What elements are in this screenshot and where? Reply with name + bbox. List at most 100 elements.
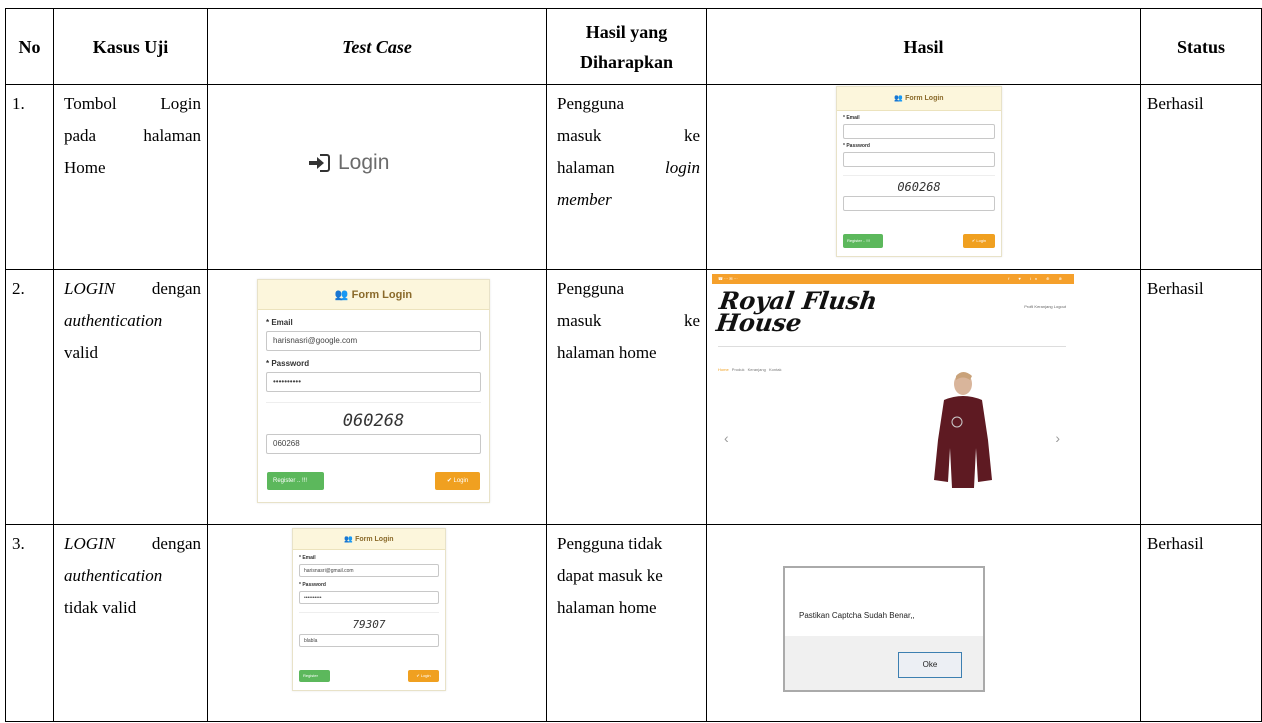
password-field: •••••••••• <box>299 591 439 604</box>
kasus-uji-cell: Tombol Login pada halaman Home <box>53 84 208 270</box>
captcha-field <box>843 196 995 211</box>
kasus-word: valid <box>64 343 98 362</box>
captcha-image: 79307 <box>352 618 386 631</box>
expected-word: masuk <box>557 311 602 330</box>
kasus-word: LOGIN <box>64 279 116 298</box>
header-expected-line1: Hasil yang <box>585 21 668 42</box>
row-number: 1. <box>5 84 54 270</box>
expected-word: Pengguna <box>557 279 625 298</box>
login-button-label: Login <box>338 151 390 174</box>
divider <box>843 175 995 176</box>
divider <box>266 402 481 403</box>
kasus-word: halaman <box>143 126 201 145</box>
expected-cell: Pengguna tidak dapat masuk ke halaman ho… <box>546 524 707 722</box>
alert-dialog: Pastikan Captcha Sudah Benar,, Oke <box>783 566 985 692</box>
alert-message: Pastikan Captcha Sudah Benar,, <box>799 611 915 620</box>
expected-word: halaman home <box>557 343 657 362</box>
expected-word: masuk <box>557 126 602 145</box>
test-case-cell: Login <box>207 84 547 270</box>
login-button-image: Login <box>308 147 389 179</box>
header-status: Status <box>1140 8 1262 85</box>
header-no: No <box>5 8 54 85</box>
expected-line: dapat masuk ke <box>557 566 663 585</box>
kasus-uji-cell: LOGIN dengan authentication valid <box>53 269 208 525</box>
expected-cell: Pengguna masuk ke halaman login member <box>546 84 707 270</box>
expected-word: login <box>665 158 700 177</box>
test-case-cell: 👥 Form Login * Email harisnasri@google.c… <box>207 269 547 525</box>
email-label: * Email <box>299 555 316 561</box>
captcha-image: 060268 <box>342 411 405 431</box>
home-page-screenshot: ☎ ··· ✉ ··· f ♥ in ⊕ ⊗ Royal Flush House… <box>712 274 1074 500</box>
email-field: harisnasri@google.com <box>266 331 481 351</box>
kasus-word: tidak valid <box>64 598 137 617</box>
password-label: * Password <box>266 359 310 368</box>
site-logo: Royal Flush House <box>714 286 880 337</box>
login-button: ✔ Login <box>963 234 995 248</box>
kasus-word: Home <box>64 158 106 177</box>
expected-word: halaman <box>557 158 615 177</box>
captcha-image: 060268 <box>897 180 941 194</box>
kasus-word: pada <box>64 126 97 145</box>
kasus-word: authentication <box>64 566 163 585</box>
kasus-uji-cell: LOGIN dengan authentication tidak valid <box>53 524 208 722</box>
expected-word: member <box>557 190 612 209</box>
status-cell: Berhasil <box>1140 524 1262 722</box>
social-icons: f ♥ in ⊕ ⊗ <box>1008 276 1066 281</box>
header-test-case: Test Case <box>207 8 547 85</box>
test-case-cell: 👥 Form Login * Email harisnasri@gmail.co… <box>207 524 547 722</box>
table-row: 1. Tombol Login pada halaman Home Login Pe… <box>5 84 1262 270</box>
header-row: No Kasus Uji Test Case Hasil yang Dihara… <box>5 8 1262 85</box>
users-icon: 👥 <box>894 95 906 102</box>
expected-word: ke <box>683 311 700 330</box>
captcha-field: blabla <box>299 634 439 647</box>
image-slider: ‹ › <box>718 366 1066 496</box>
site-top-bar: ☎ ··· ✉ ··· f ♥ in ⊕ ⊗ <box>712 274 1074 284</box>
sign-in-icon <box>309 154 330 172</box>
register-button: Register .. !!! <box>843 234 883 248</box>
login-form-screenshot: 👥 Form Login * Email harisnasri@gmail.co… <box>292 528 446 691</box>
password-label: * Password <box>843 143 870 149</box>
hasil-cell: Pastikan Captcha Sudah Benar,, Oke <box>706 524 1141 722</box>
expected-cell: Pengguna masuk ke halaman home <box>546 269 707 525</box>
email-field: harisnasri@gmail.com <box>299 564 439 577</box>
users-icon: 👥 <box>334 289 352 301</box>
test-table: No Kasus Uji Test Case Hasil yang Dihara… <box>5 8 1262 722</box>
form-title: 👥 Form Login <box>837 87 1001 111</box>
kasus-word: authentication <box>64 311 163 330</box>
row-number: 2. <box>5 269 54 525</box>
login-form-screenshot: 👥 Form Login * Email harisnasri@google.c… <box>257 279 490 503</box>
row-number: 3. <box>5 524 54 722</box>
email-field <box>843 124 995 139</box>
divider <box>718 346 1066 347</box>
status-cell: Berhasil <box>1140 84 1262 270</box>
email-label: * Email <box>266 318 293 327</box>
chevron-left-icon: ‹ <box>724 430 729 446</box>
model-illustration <box>934 372 992 488</box>
login-button: ✔ Login <box>408 670 439 682</box>
hasil-cell: 👥 Form Login * Email * Password 060268 R… <box>706 84 1141 270</box>
kasus-word: dengan <box>151 279 201 298</box>
login-form-screenshot: 👥 Form Login * Email * Password 060268 R… <box>836 86 1002 257</box>
password-field: •••••••••• <box>266 372 481 392</box>
kasus-word: LOGIN <box>64 534 116 553</box>
register-button: Register .. !!! <box>267 472 324 490</box>
header-expected: Hasil yang Diharapkan <box>546 8 707 85</box>
ok-button: Oke <box>898 652 962 678</box>
expected-line: Pengguna tidak <box>557 534 663 553</box>
contact-info: ☎ ··· ✉ ··· <box>718 276 738 281</box>
users-icon: 👥 <box>344 536 356 543</box>
status-cell: Berhasil <box>1140 269 1262 525</box>
email-label: * Email <box>843 115 860 121</box>
header-hasil: Hasil <box>706 8 1141 85</box>
table-row: 2. LOGIN dengan authentication valid 👥 Fo… <box>5 269 1262 525</box>
expected-word: ke <box>683 126 700 145</box>
product-photo <box>908 370 1014 492</box>
divider <box>299 612 439 613</box>
user-nav: Profil Keranjang Logout <box>1024 304 1066 309</box>
kasus-word: Tombol <box>64 94 117 113</box>
table-row: 3. LOGIN dengan authentication tidak vali… <box>5 524 1262 722</box>
captcha-field: 060268 <box>266 434 481 454</box>
hasil-cell: ☎ ··· ✉ ··· f ♥ in ⊕ ⊗ Royal Flush House… <box>706 269 1141 525</box>
kasus-word: Login <box>160 94 201 113</box>
form-title: 👥 Form Login <box>293 529 445 550</box>
